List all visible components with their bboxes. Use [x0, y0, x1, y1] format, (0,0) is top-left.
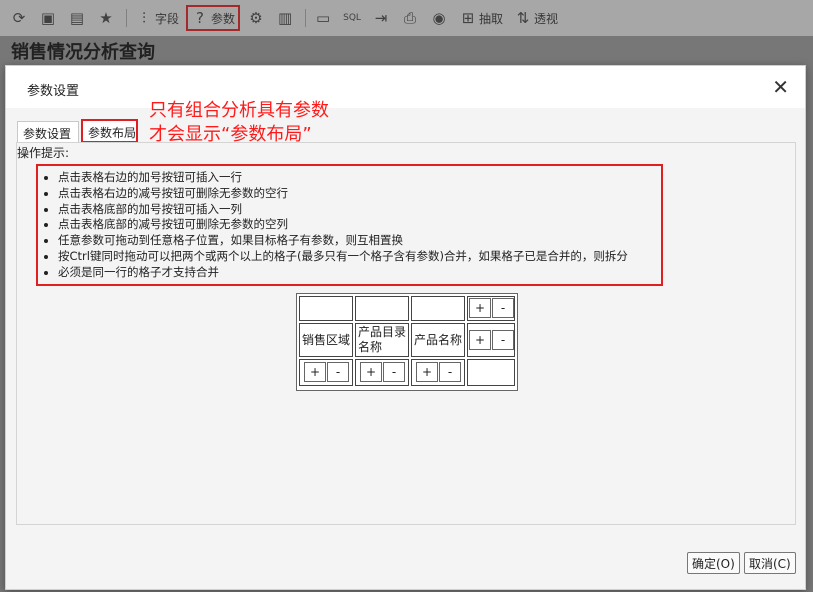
grid-cell-empty[interactable]	[299, 296, 353, 321]
hints-box: 点击表格右边的加号按钮可插入一行 点击表格右边的减号按钮可删除无参数的空行 点击…	[36, 164, 663, 286]
hint-item: 必须是同一行的格子才支持合并	[58, 265, 661, 281]
grid-cell-empty[interactable]	[355, 296, 409, 321]
column-controls: + -	[299, 359, 353, 386]
param-product-name[interactable]: 产品名称	[414, 333, 462, 348]
param-layout-grid: + - 销售区域 产品目录名称 产品名称 + - + - + - + -	[296, 293, 518, 391]
add-column-button[interactable]: +	[304, 362, 326, 382]
tab-param-settings[interactable]: 参数设置	[17, 121, 79, 143]
row-controls: + -	[467, 323, 515, 357]
tab-param-layout[interactable]: 参数布局	[81, 119, 138, 143]
dialog-title: 参数设置	[27, 84, 80, 99]
remove-column-button[interactable]: -	[439, 362, 461, 382]
param-settings-dialog: 参数设置 ✕ 只有组合分析具有参数 才会显示“参数布局” 参数设置 参数布局 操…	[5, 65, 806, 590]
tab-content-panel: 操作提示: 点击表格右边的加号按钮可插入一行 点击表格右边的减号按钮可删除无参数…	[16, 142, 796, 525]
hint-item: 点击表格底部的加号按钮可插入一列	[58, 202, 661, 218]
hint-item: 按Ctrl键同时拖动可以把两个或两个以上的格子(最多只有一个格子含有参数)合并，…	[58, 249, 661, 265]
param-sales-region[interactable]: 销售区域	[302, 333, 350, 348]
close-icon[interactable]: ✕	[772, 75, 789, 99]
hint-item: 点击表格底部的减号按钮可删除无参数的空列	[58, 217, 661, 233]
param-product-catalog[interactable]: 产品目录名称	[358, 325, 410, 355]
column-controls: + -	[411, 359, 465, 386]
hint-label: 操作提示:	[17, 146, 70, 160]
grid-corner-cell	[467, 359, 515, 386]
add-row-button[interactable]: +	[469, 330, 491, 350]
add-row-button[interactable]: +	[469, 298, 491, 318]
remove-column-button[interactable]: -	[383, 362, 405, 382]
remove-row-button[interactable]: -	[492, 298, 514, 318]
annotation-note: 只有组合分析具有参数 才会显示“参数布局”	[149, 99, 329, 147]
grid-cell-param[interactable]: 产品目录名称	[355, 323, 409, 357]
remove-column-button[interactable]: -	[327, 362, 349, 382]
hint-item: 点击表格右边的减号按钮可删除无参数的空行	[58, 186, 661, 202]
grid-cell-empty[interactable]	[411, 296, 465, 321]
hint-item: 任意参数可拖动到任意格子位置，如果目标格子有参数，则互相置换	[58, 233, 661, 249]
remove-row-button[interactable]: -	[492, 330, 514, 350]
add-column-button[interactable]: +	[416, 362, 438, 382]
annotation-line-1: 只有组合分析具有参数	[149, 100, 329, 121]
grid-cell-param[interactable]: 销售区域	[299, 323, 353, 357]
row-controls: + -	[467, 296, 515, 321]
column-controls: + -	[355, 359, 409, 386]
cancel-button[interactable]: 取消(C)	[744, 552, 796, 574]
grid-cell-param[interactable]: 产品名称	[411, 323, 465, 357]
ok-button[interactable]: 确定(O)	[687, 552, 740, 574]
dialog-header: 参数设置 ✕	[6, 66, 805, 108]
hint-item: 点击表格右边的加号按钮可插入一行	[58, 170, 661, 186]
add-column-button[interactable]: +	[360, 362, 382, 382]
